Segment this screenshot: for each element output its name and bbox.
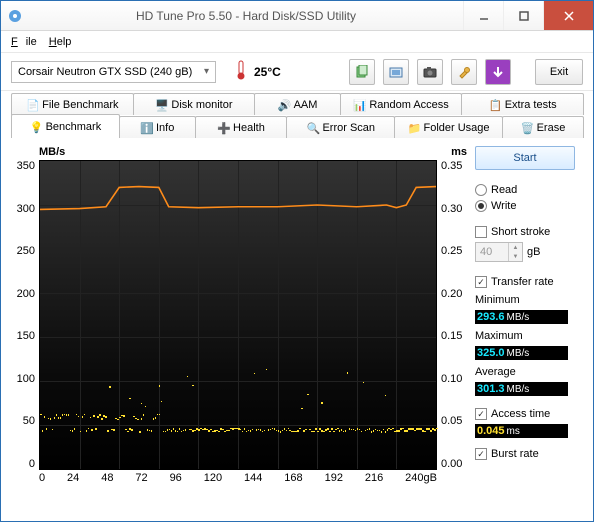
drive-select[interactable]: Corsair Neutron GTX SSD (240 gB) ▾ xyxy=(11,61,216,83)
stroke-unit: gB xyxy=(527,246,540,258)
window-title: HD Tune Pro 5.50 - Hard Disk/SSD Utility xyxy=(29,9,463,23)
menu-file[interactable]: File xyxy=(7,34,41,50)
health-icon: ➕ xyxy=(217,122,229,134)
minimize-button[interactable] xyxy=(463,1,503,30)
erase-icon: 🗑️ xyxy=(521,122,533,134)
speaker-icon: 🔊 xyxy=(278,99,290,111)
maximize-button[interactable] xyxy=(503,1,543,30)
app-window: HD Tune Pro 5.50 - Hard Disk/SSD Utility… xyxy=(0,0,594,522)
chart-container: MB/s ms 350300250200150100500 0.350.300.… xyxy=(11,146,467,484)
window-controls xyxy=(463,1,593,30)
exit-button[interactable]: Exit xyxy=(535,59,583,85)
write-radio[interactable]: Write xyxy=(475,200,575,212)
tab-file-benchmark[interactable]: 📄File Benchmark xyxy=(11,93,134,115)
save-button[interactable] xyxy=(485,59,511,85)
benchmark-panel: MB/s ms 350300250200150100500 0.350.300.… xyxy=(1,138,593,490)
toolbar: Corsair Neutron GTX SSD (240 gB) ▾ 25°C … xyxy=(1,53,593,91)
yaxis-right: 0.350.300.250.200.150.100.050.00 xyxy=(437,160,467,470)
scan-icon: 🔍 xyxy=(306,122,318,134)
chevron-down-icon: ▾ xyxy=(204,66,209,77)
info-icon: ℹ️ xyxy=(140,122,152,134)
access-time-checkbox[interactable]: ✓Access time xyxy=(475,408,575,420)
file-icon: 📄 xyxy=(26,99,38,111)
chart-plot xyxy=(39,160,437,470)
tab-health[interactable]: ➕Health xyxy=(195,116,288,138)
short-stroke-row: 40 ▲▼ gB xyxy=(475,242,575,262)
temperature-value: 25°C xyxy=(254,65,281,79)
monitor-icon: 🖥️ xyxy=(155,99,167,111)
yaxis-left: 350300250200150100500 xyxy=(11,160,39,470)
min-label: Minimum xyxy=(475,294,575,306)
spin-down-icon: ▼ xyxy=(509,252,522,261)
min-value: 293.6MB/s xyxy=(475,310,568,324)
access-value: 0.045ms xyxy=(475,424,568,438)
xaxis: 024487296120144168192216240gB xyxy=(39,470,437,484)
checkbox-icon: ✓ xyxy=(475,408,487,420)
tab-random-access[interactable]: 📊Random Access xyxy=(340,93,463,115)
drive-select-value: Corsair Neutron GTX SSD (240 gB) xyxy=(18,66,192,78)
transfer-rate-checkbox[interactable]: ✓Transfer rate xyxy=(475,276,575,288)
random-icon: 📊 xyxy=(353,99,365,111)
yaxis-right-label: ms xyxy=(451,146,467,158)
tab-disk-monitor[interactable]: 🖥️Disk monitor xyxy=(133,93,256,115)
close-button[interactable] xyxy=(543,1,593,30)
tab-folder-usage[interactable]: 📁Folder Usage xyxy=(394,116,503,138)
short-stroke-checkbox[interactable]: Short stroke xyxy=(475,226,575,238)
menu-help[interactable]: Help xyxy=(45,34,76,50)
extra-icon: 📋 xyxy=(489,99,501,111)
tabs-row-1: 📄File Benchmark 🖥️Disk monitor 🔊AAM 📊Ran… xyxy=(1,91,593,115)
tab-error-scan[interactable]: 🔍Error Scan xyxy=(286,116,395,138)
stroke-size-input[interactable]: 40 ▲▼ xyxy=(475,242,523,262)
tab-info[interactable]: ℹ️Info xyxy=(119,116,196,138)
avg-label: Average xyxy=(475,366,575,378)
spinner[interactable]: ▲▼ xyxy=(508,243,522,261)
spin-up-icon: ▲ xyxy=(509,243,522,252)
checkbox-icon: ✓ xyxy=(475,448,487,460)
titlebar: HD Tune Pro 5.50 - Hard Disk/SSD Utility xyxy=(1,1,593,31)
side-panel: Start Read Write Short stroke 40 ▲▼ gB ✓… xyxy=(475,146,575,484)
read-radio[interactable]: Read xyxy=(475,184,575,196)
burst-rate-checkbox[interactable]: ✓Burst rate xyxy=(475,448,575,460)
max-label: Maximum xyxy=(475,330,575,342)
folder-icon: 📁 xyxy=(408,122,420,134)
radio-icon xyxy=(475,200,487,212)
avg-value: 301.3MB/s xyxy=(475,382,568,396)
yaxis-left-label: MB/s xyxy=(39,146,65,158)
start-button[interactable]: Start xyxy=(475,146,575,170)
thermometer-icon xyxy=(236,60,250,83)
tab-extra-tests[interactable]: 📋Extra tests xyxy=(461,93,584,115)
benchmark-icon: 💡 xyxy=(30,121,42,133)
checkbox-icon xyxy=(475,226,487,238)
radio-icon xyxy=(475,184,487,196)
checkbox-icon: ✓ xyxy=(475,276,487,288)
temperature-display: 25°C xyxy=(236,60,281,83)
app-icon xyxy=(7,8,23,24)
max-value: 325.0MB/s xyxy=(475,346,568,360)
tab-erase[interactable]: 🗑️Erase xyxy=(502,116,584,138)
tabs-row-2: 💡Benchmark ℹ️Info ➕Health 🔍Error Scan 📁F… xyxy=(1,114,593,138)
tab-benchmark[interactable]: 💡Benchmark xyxy=(11,114,120,138)
settings-button[interactable] xyxy=(451,59,477,85)
copy-info-button[interactable] xyxy=(349,59,375,85)
screenshot-button[interactable] xyxy=(383,59,409,85)
menubar: File Help xyxy=(1,31,593,53)
camera-button[interactable] xyxy=(417,59,443,85)
tab-aam[interactable]: 🔊AAM xyxy=(254,93,340,115)
